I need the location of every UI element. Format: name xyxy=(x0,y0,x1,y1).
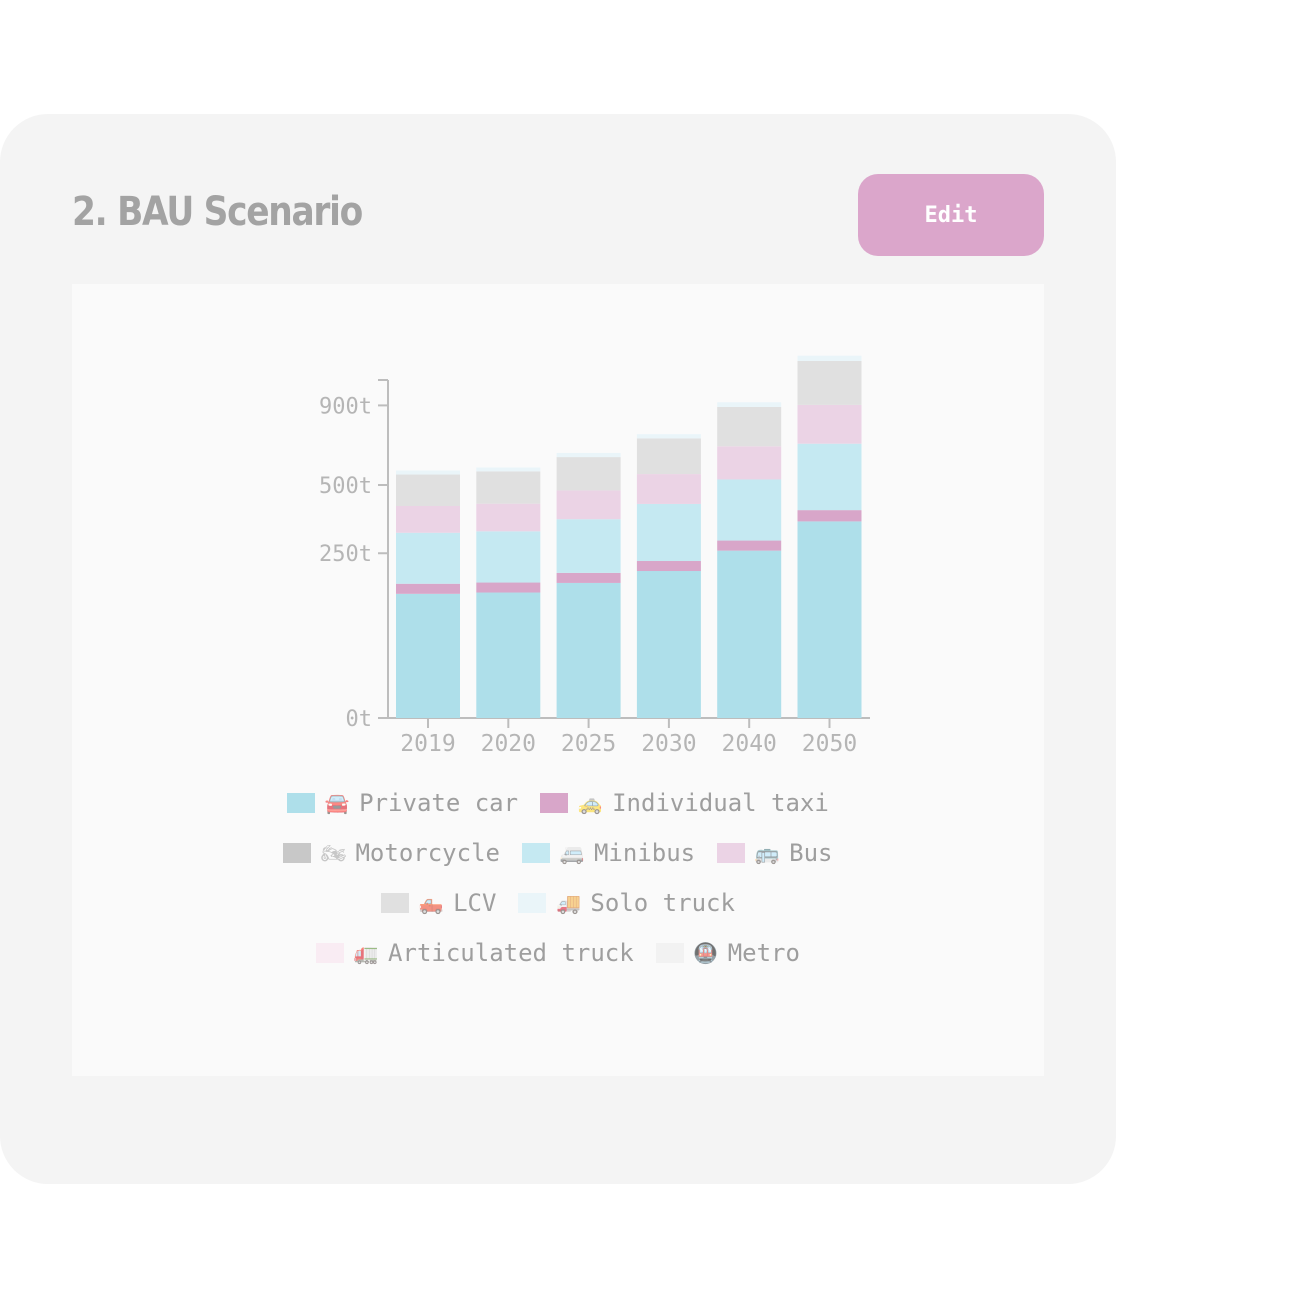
bar-segment xyxy=(476,471,541,504)
bar-segment xyxy=(636,561,701,572)
bar-segment xyxy=(636,503,701,562)
bar-segment xyxy=(636,571,701,718)
bar-segment xyxy=(396,532,460,584)
bar-segment xyxy=(717,540,782,551)
bar-segment xyxy=(396,583,460,594)
legend-row: 🛻 LCV 🚚 Solo truck xyxy=(0,878,1116,928)
legend-label: Solo truck xyxy=(590,889,735,917)
bar-segment xyxy=(556,457,621,491)
legend-swatch xyxy=(655,943,684,963)
bar-segment xyxy=(396,470,460,475)
bar-segment xyxy=(797,443,862,511)
car-icon: 🚘 xyxy=(324,791,350,815)
legend-label: Minibus xyxy=(593,839,696,867)
legend-item[interactable]: 🚚 Solo truck xyxy=(518,889,735,917)
bar-segment xyxy=(396,474,460,506)
legend-row: 🚛 Articulated truck 🚇 Metro xyxy=(0,928,1116,978)
legend-row: 🚘 Private car 🚕 Individual taxi xyxy=(0,778,1116,828)
pickup-truck-icon: 🛻 xyxy=(418,891,444,915)
bar-segment xyxy=(636,434,701,439)
legend-item[interactable]: 🚐 Minibus xyxy=(521,839,696,867)
legend-label: Individual taxi xyxy=(612,789,829,817)
x-tick-label: 2050 xyxy=(802,731,857,757)
legend-label: Articulated truck xyxy=(388,939,634,967)
y-tick-label: 250t xyxy=(319,542,372,567)
legend-label: Private car xyxy=(359,789,519,817)
bar-segment xyxy=(797,360,862,405)
legend-swatch xyxy=(518,893,547,913)
bar-segment xyxy=(556,582,621,718)
legend-swatch xyxy=(540,793,569,813)
bar-segment xyxy=(717,406,782,447)
minibus-icon: 🚐 xyxy=(559,841,585,865)
articulated-truck-icon: 🚛 xyxy=(353,941,379,965)
legend-swatch xyxy=(521,843,550,863)
legend-label: LCV xyxy=(453,889,497,917)
x-tick-label: 2025 xyxy=(561,731,616,757)
x-tick-label: 2020 xyxy=(481,731,536,757)
x-tick-label: 2030 xyxy=(641,731,696,757)
metro-icon: 🚇 xyxy=(693,941,719,965)
legend-item[interactable]: 🚛 Articulated truck xyxy=(316,939,634,967)
bar-segment xyxy=(797,404,862,444)
legend-label: Bus xyxy=(789,839,833,867)
y-tick-label: 500t xyxy=(319,474,372,499)
legend-swatch xyxy=(316,943,345,963)
x-tick-label: 2040 xyxy=(722,731,777,757)
taxi-icon: 🚕 xyxy=(577,791,603,815)
stacked-bar-chart: 0t 250t 500t 900t 2019 2020 2025 2030 2040 2050 xyxy=(319,355,870,757)
legend-swatch xyxy=(381,893,410,913)
y-tick-label: 900t xyxy=(319,394,372,419)
chart-legend: 🚘 Private car 🚕 Individual taxi 🏍 Motorcycle 🚐… xyxy=(0,778,1116,978)
legend-item[interactable]: 🛻 LCV xyxy=(381,889,496,917)
legend-label: Metro xyxy=(727,939,800,967)
bar-segment xyxy=(476,531,541,583)
bar-segment xyxy=(717,479,782,541)
legend-swatch xyxy=(287,793,316,813)
bar-segment xyxy=(476,582,541,593)
bar-segment xyxy=(797,521,862,718)
bar-segment xyxy=(556,452,621,458)
legend-item[interactable]: 🚘 Private car xyxy=(287,789,518,817)
bar-segment xyxy=(556,519,621,573)
legend-item[interactable]: 🚇 Metro xyxy=(655,939,800,967)
bar-segment xyxy=(396,593,460,718)
bar-segment xyxy=(636,438,701,475)
legend-row: 🏍 Motorcycle 🚐 Minibus 🚌 Bus xyxy=(0,828,1116,878)
bar-segment xyxy=(476,467,541,472)
bus-icon: 🚌 xyxy=(754,841,780,865)
y-tick-label: 0t xyxy=(346,707,373,732)
motorcycle-icon: 🏍 xyxy=(320,841,347,865)
legend-item[interactable]: 🚕 Individual taxi xyxy=(540,789,829,817)
legend-item[interactable]: 🚌 Bus xyxy=(717,839,833,867)
bar-segment xyxy=(476,503,541,532)
bar-segment xyxy=(717,446,782,480)
bar-segment xyxy=(396,505,460,533)
bar-segment xyxy=(556,490,621,520)
bar-segment xyxy=(636,474,701,504)
legend-swatch xyxy=(717,843,746,863)
bar-segment xyxy=(476,592,541,718)
legend-label: Motorcycle xyxy=(355,839,500,867)
bar-segment xyxy=(717,550,782,718)
bar-segment xyxy=(717,402,782,407)
bar-segment xyxy=(797,510,862,522)
x-tick-label: 2019 xyxy=(400,731,455,757)
bar-segment xyxy=(797,355,862,361)
legend-item[interactable]: 🏍 Motorcycle xyxy=(283,839,500,867)
bar-segment xyxy=(556,572,621,583)
delivery-truck-icon: 🚚 xyxy=(555,891,581,915)
legend-swatch xyxy=(283,843,312,863)
